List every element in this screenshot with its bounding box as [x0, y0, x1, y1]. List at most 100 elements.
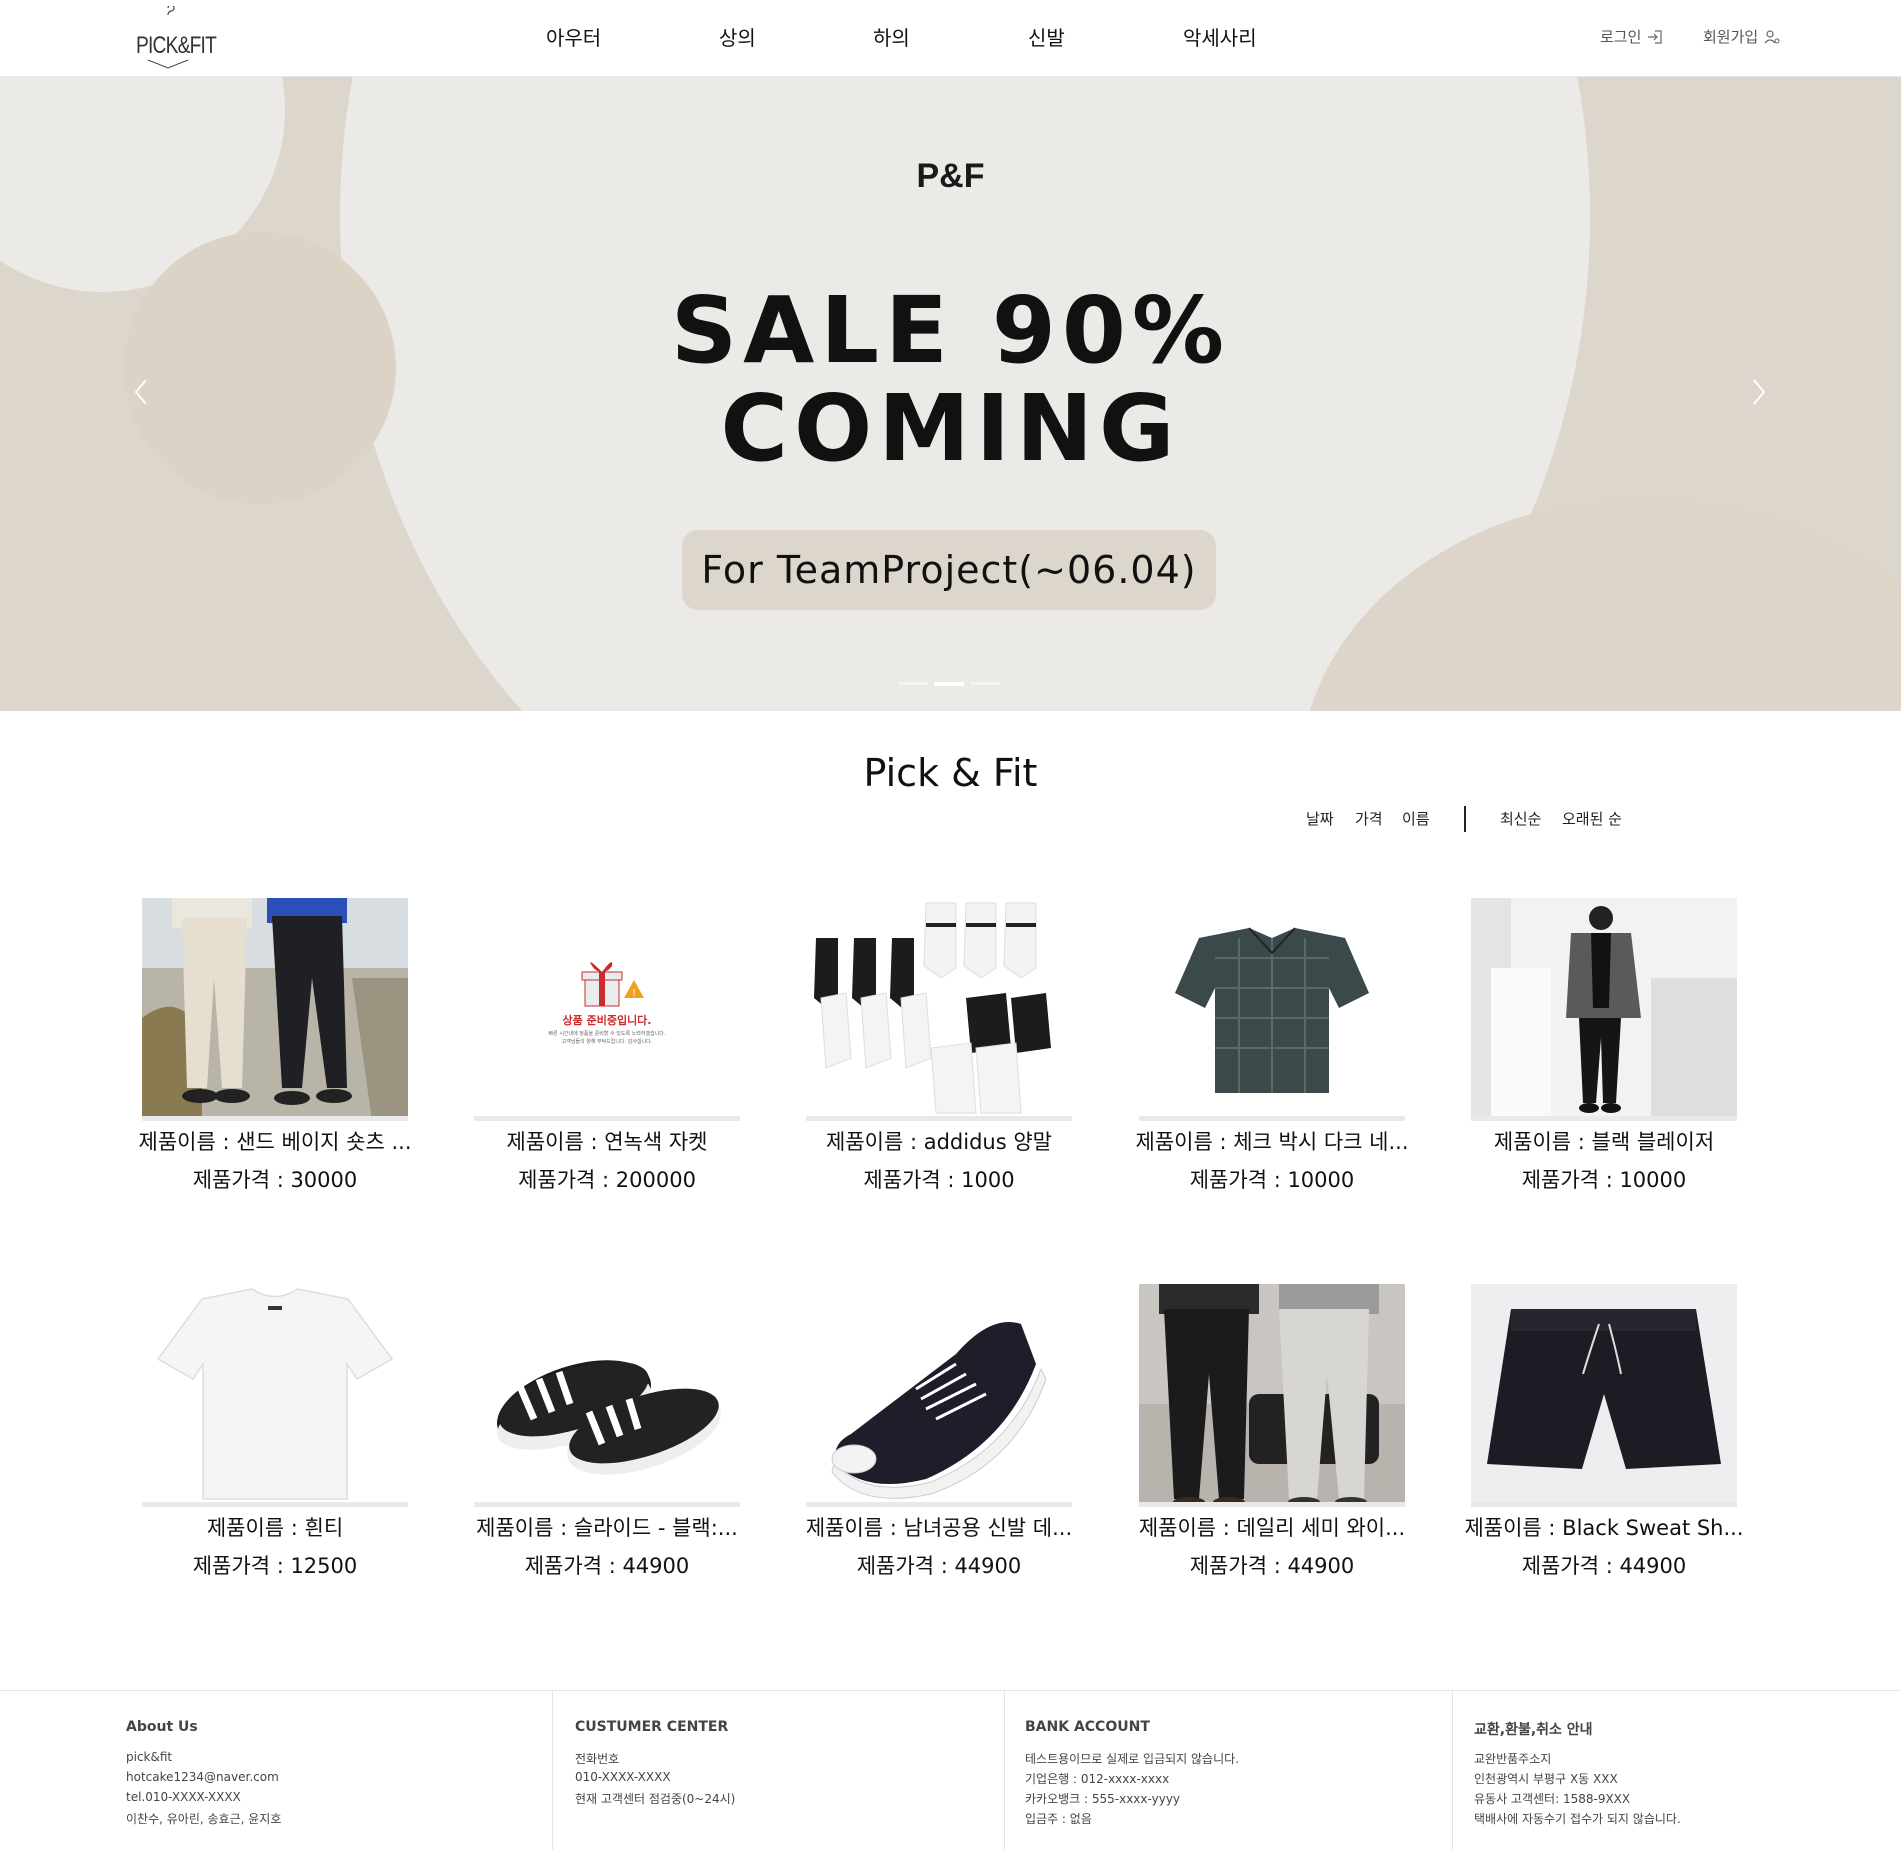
product-card[interactable]: 제품이름 : addidus 양말 제품가격 : 1000 [806, 898, 1072, 1192]
sort-date[interactable]: 날짜 [1306, 808, 1334, 829]
slide-dot[interactable] [898, 682, 928, 685]
footer-text: 기업은행 : 012-xxxx-xxxx [1025, 1772, 1170, 1786]
product-name[interactable]: 제품이름 : 슬라이드 - 블랙:... [464, 1512, 750, 1542]
footer-text: 이찬수, 유아린, 송효근, 윤지호 [126, 1812, 282, 1826]
product-name[interactable]: 제품이름 : 체크 박시 다크 네... [1129, 1126, 1415, 1156]
product-card[interactable]: 제품이름 : 슬라이드 - 블랙:... 제품가격 : 44900 [474, 1284, 740, 1578]
signup-link[interactable]: 회원가입 [1703, 26, 1780, 47]
product-price: 제품가격 : 1000 [863, 1168, 1015, 1192]
sort-divider [1464, 806, 1466, 832]
product-card[interactable]: 제품이름 : 샌드 베이지 숏츠 ... 제품가격 : 30000 [139, 898, 412, 1192]
placeholder-text: 상품 준비중입니다. [562, 1014, 652, 1027]
product-card[interactable]: 제품이름 : Black Sweat Sh... 제품가격 : 44900 [1464, 1284, 1744, 1578]
product-image[interactable]: ! 상품 준비중입니다. 빠른 시간내에 정품을 준비할 수 있도록 노력하겠습… [474, 898, 740, 1121]
sort-price[interactable]: 가격 [1355, 808, 1383, 829]
user-add-icon [1764, 29, 1780, 43]
site-header: PICK&FIT 아우터 상의 하의 신발 악세사리 로그인 회원가입 [0, 0, 1901, 77]
product-price: 제품가격 : 44900 [524, 1554, 690, 1578]
login-link[interactable]: 로그인 [1600, 26, 1663, 47]
site-footer: About Us pick&fit hotcake1234@naver.com … [0, 1690, 1901, 1850]
white-tshirt-photo [142, 1284, 408, 1502]
product-image[interactable] [1471, 1284, 1737, 1507]
preparing-gift-placeholder: ! [474, 898, 740, 1116]
slide-sandal-photo [474, 1284, 740, 1502]
footer-text: 전화번호 [575, 1752, 620, 1766]
svg-text:!: ! [632, 988, 636, 999]
footer-heading: BANK ACCOUNT [1025, 1719, 1150, 1735]
sweat-shorts-photo [1471, 1284, 1737, 1502]
hanger-icon [167, 6, 175, 16]
product-image[interactable] [474, 1284, 740, 1507]
slide-dot-active[interactable] [934, 682, 964, 686]
banner-pill: For TeamProject(~06.04) [682, 530, 1216, 610]
product-name[interactable]: 제품이름 : 흰티 [132, 1512, 418, 1542]
product-name[interactable]: 제품이름 : 데일리 세미 와이... [1129, 1512, 1415, 1542]
product-image[interactable] [806, 1284, 1072, 1507]
footer-email[interactable]: hotcake1234@naver.com [126, 1770, 279, 1784]
product-price: 제품가격 : 30000 [192, 1168, 358, 1192]
footer-text: pick&fit [126, 1750, 173, 1764]
nav-accessories[interactable]: 악세사리 [1183, 22, 1257, 51]
product-name[interactable]: 제품이름 : Black Sweat Sh... [1461, 1512, 1747, 1542]
nav-shoes[interactable]: 신발 [1028, 22, 1065, 51]
product-image[interactable] [142, 1284, 408, 1507]
product-price: 제품가격 : 10000 [1189, 1168, 1355, 1192]
footer-heading: About Us [126, 1719, 198, 1735]
product-name[interactable]: 제품이름 : 블랙 블레이저 [1461, 1126, 1747, 1156]
product-image[interactable] [1471, 898, 1737, 1121]
chevron-left-icon[interactable] [132, 377, 152, 407]
socks-photo [806, 898, 1072, 1116]
footer-heading: CUSTUMER CENTER [575, 1719, 729, 1735]
chevron-right-icon[interactable] [1748, 377, 1768, 407]
hero-banner[interactable]: P&F SALE 90% COMING For TeamProject(~06.… [0, 77, 1901, 711]
sort-name[interactable]: 이름 [1402, 808, 1430, 829]
product-card[interactable]: 제품이름 : 데일리 세미 와이... 제품가격 : 44900 [1139, 1284, 1405, 1578]
section-title: Pick & Fit [863, 751, 1038, 795]
site-logo[interactable]: PICK&FIT [128, 6, 217, 72]
product-card[interactable]: 제품이름 : 체크 박시 다크 네... 제품가격 : 10000 [1136, 898, 1409, 1192]
check-shirt-photo [1139, 898, 1405, 1116]
product-image[interactable] [1139, 1284, 1405, 1507]
slide-dot[interactable] [970, 682, 1000, 685]
footer-heading: 교환,환불,취소 안내 [1474, 1722, 1593, 1738]
nav-outer[interactable]: 아우터 [546, 22, 601, 51]
footer-text: 테스트용이므로 실제로 입금되지 않습니다. [1025, 1752, 1239, 1766]
product-card[interactable]: ! 상품 준비중입니다. 빠른 시간내에 정품을 준비할 수 있도록 노력하겠습… [474, 898, 740, 1192]
product-name[interactable]: 제품이름 : 샌드 베이지 숏츠 ... [132, 1126, 418, 1156]
product-name[interactable]: 제품이름 : 남녀공용 신발 데... [796, 1512, 1082, 1542]
wide-pants-photo [1139, 1284, 1405, 1502]
product-price: 제품가격 : 10000 [1521, 1168, 1687, 1192]
logo-underline-icon [147, 59, 189, 69]
product-name[interactable]: 제품이름 : addidus 양말 [796, 1126, 1082, 1156]
black-blazer-photo [1471, 898, 1737, 1116]
canvas-sneaker-photo [806, 1284, 1072, 1502]
sort-newest[interactable]: 최신순 [1500, 808, 1541, 829]
nav-top[interactable]: 상의 [719, 22, 756, 51]
product-image[interactable] [1139, 898, 1405, 1121]
sort-oldest[interactable]: 오래된 순 [1562, 808, 1622, 829]
product-name[interactable]: 제품이름 : 연녹색 자켓 [464, 1126, 750, 1156]
login-icon [1648, 29, 1663, 44]
nav-bottom[interactable]: 하의 [873, 22, 910, 51]
footer-divider [552, 1691, 553, 1850]
footer-phone: tel.010-XXXX-XXXX [126, 1790, 241, 1804]
product-image[interactable] [806, 898, 1072, 1121]
product-card[interactable]: 제품이름 : 블랙 블레이저 제품가격 : 10000 [1471, 898, 1737, 1192]
logo-text: PICK&FIT [136, 32, 217, 59]
footer-text: 유동사 고객센터: 1588-9XXX [1474, 1792, 1631, 1806]
footer-text: 현재 고객센터 점검중(0~24시) [575, 1792, 736, 1806]
placeholder-subtext: 고객님들의 양해 부탁드립니다. 감사합니다. [561, 1039, 653, 1045]
footer-text: 카카오뱅크 : 555-xxxx-yyyy [1025, 1792, 1181, 1806]
footer-text: 택배사에 자동수기 접수가 되지 않습니다. [1474, 1812, 1681, 1826]
product-card[interactable]: 제품이름 : 흰티 제품가격 : 12500 [142, 1284, 408, 1578]
footer-text: 입금주 : 없음 [1025, 1812, 1092, 1826]
product-price: 제품가격 : 44900 [1189, 1554, 1355, 1578]
footer-divider [1004, 1691, 1005, 1850]
signup-label: 회원가입 [1703, 28, 1759, 46]
footer-text: 010-XXXX-XXXX [575, 1770, 671, 1784]
login-label: 로그인 [1600, 28, 1642, 46]
product-image[interactable] [142, 898, 408, 1121]
footer-divider [1452, 1691, 1453, 1850]
product-card[interactable]: 제품이름 : 남녀공용 신발 데... 제품가격 : 44900 [806, 1284, 1072, 1578]
footer-text: 인천광역시 부평구 X동 XXX [1474, 1772, 1618, 1786]
